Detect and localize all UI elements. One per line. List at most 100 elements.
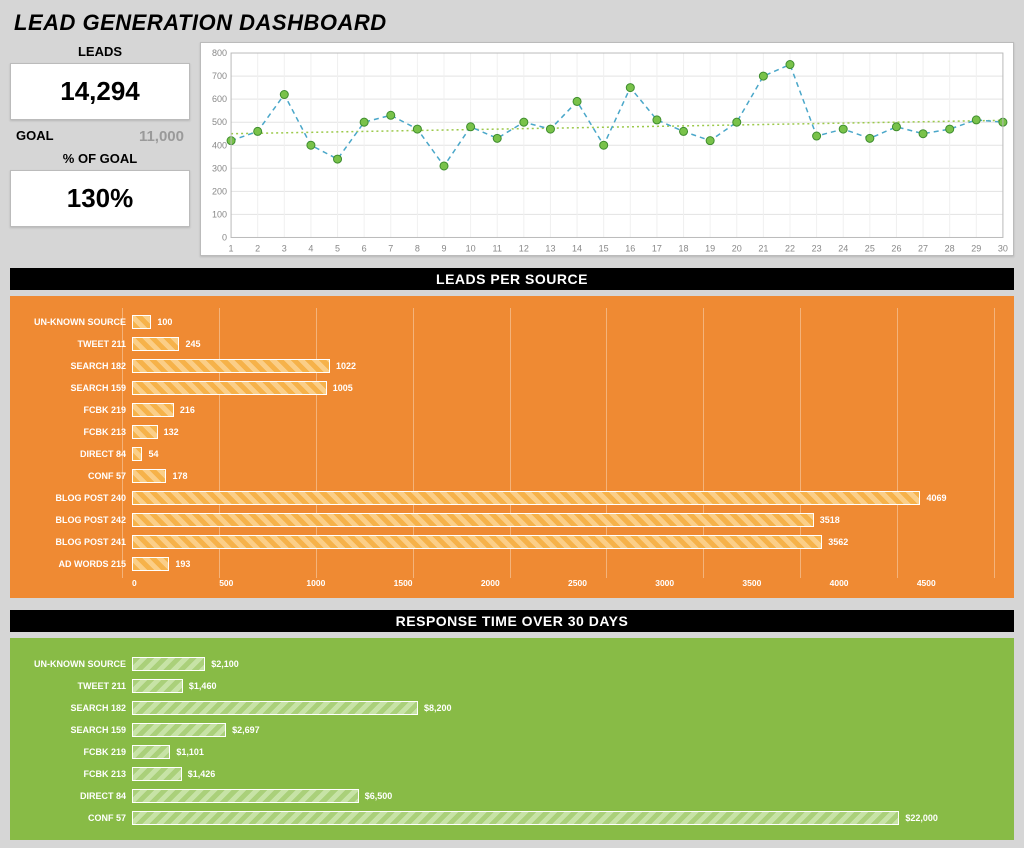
- bar: [132, 337, 179, 351]
- bar-value: 1005: [333, 381, 353, 395]
- bar-value: 193: [175, 557, 190, 571]
- bar-category: DIRECT 84: [20, 791, 132, 801]
- leads-label: LEADS: [10, 44, 190, 59]
- pct-goal-tile: 130%: [10, 170, 190, 227]
- bar-category: CONF 57: [20, 813, 132, 823]
- response-time-chart: UN-KNOWN SOURCE$2,100TWEET 211$1,460SEAR…: [10, 638, 1014, 840]
- svg-text:17: 17: [652, 244, 662, 254]
- bar-value: $2,697: [232, 723, 260, 737]
- svg-text:21: 21: [758, 244, 768, 254]
- bar-value: 54: [148, 447, 158, 461]
- bar-category: SEARCH 159: [20, 725, 132, 735]
- bar-category: BLOG POST 242: [20, 515, 132, 525]
- bar-value: 245: [185, 337, 200, 351]
- bar-row: SEARCH 159 $2,697: [20, 720, 1004, 740]
- x-tick: 3500: [742, 578, 829, 588]
- bar-value: 132: [164, 425, 179, 439]
- bar-row: DIRECT 84 54: [20, 444, 1004, 464]
- bar-category: TWEET 211: [20, 681, 132, 691]
- bar-row: FCBK 213$1,426: [20, 764, 1004, 784]
- svg-text:2: 2: [255, 244, 260, 254]
- bar: [132, 723, 226, 737]
- bar-category: FCBK 213: [20, 427, 132, 437]
- page-title: LEAD GENERATION DASHBOARD: [14, 10, 1014, 36]
- svg-text:3: 3: [282, 244, 287, 254]
- bar-category: BLOG POST 240: [20, 493, 132, 503]
- bar: [132, 811, 899, 825]
- x-tick: 1500: [394, 578, 481, 588]
- bar-row: SEARCH 182 1022: [20, 356, 1004, 376]
- bar-category: DIRECT 84: [20, 449, 132, 459]
- bar-row: CONF 57 178: [20, 466, 1004, 486]
- x-tick: 500: [219, 578, 306, 588]
- bar-row: BLOG POST 2413562: [20, 532, 1004, 552]
- bar-category: SEARCH 182: [20, 703, 132, 713]
- bar-category: CONF 57: [20, 471, 132, 481]
- pct-goal-label: % OF GOAL: [10, 151, 190, 166]
- leads-per-source-chart: UN-KNOWN SOURCE 100 TWEET 211 245 SEARCH 182…: [10, 296, 1014, 598]
- bar: [132, 767, 182, 781]
- svg-text:500: 500: [212, 117, 227, 127]
- bar-value: 178: [172, 469, 187, 483]
- bar-row: SEARCH 182$8,200: [20, 698, 1004, 718]
- bar-row: UN-KNOWN SOURCE$2,100: [20, 654, 1004, 674]
- leads-tile: 14,294: [10, 63, 190, 120]
- bar-category: FCBK 219: [20, 747, 132, 757]
- svg-text:7: 7: [388, 244, 393, 254]
- bar: [132, 491, 920, 505]
- svg-text:27: 27: [918, 244, 928, 254]
- x-tick: 4000: [830, 578, 917, 588]
- bar-row: SEARCH 1591005: [20, 378, 1004, 398]
- svg-text:18: 18: [679, 244, 689, 254]
- bar: [132, 679, 183, 693]
- svg-text:30: 30: [998, 244, 1008, 254]
- svg-text:6: 6: [362, 244, 367, 254]
- svg-text:9: 9: [441, 244, 446, 254]
- x-tick: 0: [132, 578, 219, 588]
- svg-text:25: 25: [865, 244, 875, 254]
- svg-text:16: 16: [625, 244, 635, 254]
- bar-category: AD WORDS 215: [20, 559, 132, 569]
- svg-text:1: 1: [229, 244, 234, 254]
- bar-row: FCBK 219216: [20, 400, 1004, 420]
- bar-value: 100: [157, 315, 172, 329]
- svg-text:5: 5: [335, 244, 340, 254]
- svg-text:15: 15: [599, 244, 609, 254]
- svg-text:300: 300: [212, 163, 227, 173]
- x-tick: 2500: [568, 578, 655, 588]
- svg-text:11: 11: [493, 244, 502, 254]
- svg-text:24: 24: [838, 244, 848, 254]
- bar-category: TWEET 211: [20, 339, 132, 349]
- svg-text:0: 0: [222, 232, 227, 242]
- svg-text:800: 800: [212, 48, 227, 58]
- bar-row: DIRECT 84$6,500: [20, 786, 1004, 806]
- svg-text:22: 22: [785, 244, 795, 254]
- bar: [132, 657, 205, 671]
- bar-category: FCBK 213: [20, 769, 132, 779]
- svg-text:100: 100: [212, 209, 227, 219]
- svg-text:12: 12: [519, 244, 529, 254]
- svg-text:14: 14: [572, 244, 582, 254]
- daily-leads-chart: 0100200300400500600700800123456789101112…: [200, 42, 1014, 256]
- bar: [132, 315, 151, 329]
- bar-row: BLOG POST 2423518: [20, 510, 1004, 530]
- bar-row: FCBK 219 $1,101: [20, 742, 1004, 762]
- bar-category: SEARCH 182: [20, 361, 132, 371]
- bar-value: $1,101: [176, 745, 204, 759]
- bar: [132, 381, 327, 395]
- svg-text:26: 26: [891, 244, 901, 254]
- svg-text:8: 8: [415, 244, 420, 254]
- svg-text:600: 600: [212, 94, 227, 104]
- bar: [132, 535, 822, 549]
- bar-category: UN-KNOWN SOURCE: [20, 317, 132, 327]
- svg-text:4: 4: [308, 244, 313, 254]
- bar-category: UN-KNOWN SOURCE: [20, 659, 132, 669]
- bar-row: TWEET 211 245: [20, 334, 1004, 354]
- svg-text:28: 28: [945, 244, 955, 254]
- svg-text:10: 10: [466, 244, 476, 254]
- bar-value: 1022: [336, 359, 356, 373]
- x-tick: 2000: [481, 578, 568, 588]
- bar-value: $22,000: [905, 811, 938, 825]
- bar: [132, 701, 418, 715]
- svg-text:13: 13: [545, 244, 555, 254]
